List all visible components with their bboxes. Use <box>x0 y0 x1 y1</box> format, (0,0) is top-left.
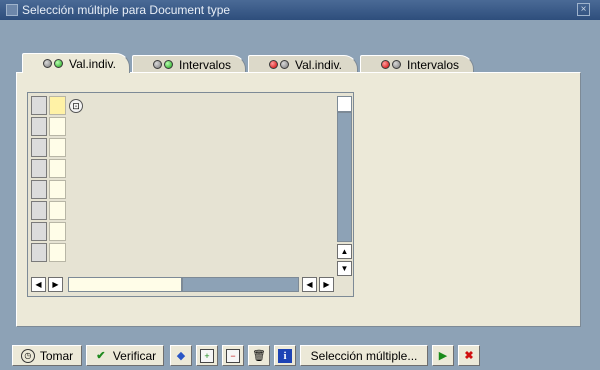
row-selector[interactable] <box>31 117 47 136</box>
cancel-icon: ✖ <box>464 349 474 362</box>
scroll-left-icon[interactable]: ◀ <box>31 277 46 292</box>
scroll-thumb[interactable] <box>337 96 352 112</box>
value-cell[interactable] <box>49 201 66 220</box>
value-cell[interactable] <box>49 243 66 262</box>
value-cell[interactable] <box>49 180 66 199</box>
scroll-right-icon[interactable]: ▶ <box>319 277 334 292</box>
window-title: Selección múltiple para Document type <box>22 3 231 17</box>
seleccion-multiple-label: Selección múltiple... <box>310 348 418 363</box>
info-icon: i <box>278 348 292 363</box>
insert-row-button[interactable]: + <box>196 345 218 366</box>
checkmark-icon: ✔ <box>96 349 106 362</box>
trash-icon: 🗑 <box>252 349 266 362</box>
status-lights <box>381 60 401 69</box>
status-lights <box>43 59 63 68</box>
delete-row-icon: − <box>226 348 240 363</box>
row-selector[interactable] <box>31 138 47 157</box>
gray-light-icon <box>43 59 52 68</box>
scroll-up-icon[interactable]: ▲ <box>337 244 352 259</box>
tab-label: Val.indiv. <box>295 57 342 72</box>
row-selector-column <box>31 96 49 264</box>
value-cell[interactable] <box>49 117 66 136</box>
cancel-button[interactable]: ✖ <box>458 345 480 366</box>
value-cell[interactable] <box>49 96 66 115</box>
tab-panel: ⊡ ▲ ▼ ◀ ▶ ◀ ▶ <box>16 72 581 327</box>
import-button[interactable]: ▶ <box>432 345 454 366</box>
gray-light-icon <box>153 60 162 69</box>
red-light-icon <box>381 60 390 69</box>
status-lights <box>153 60 173 69</box>
verificar-label: Verificar <box>112 348 157 363</box>
value-cell[interactable] <box>49 222 66 241</box>
tab-intervalos-include[interactable]: Intervalos <box>132 55 246 73</box>
scroll-right-icon[interactable]: ▶ <box>48 277 63 292</box>
tab-label: Intervalos <box>407 57 460 72</box>
scroll-down-icon[interactable]: ▼ <box>337 261 352 276</box>
scroll-track[interactable] <box>337 112 352 242</box>
delete-all-button[interactable]: 🗑 <box>248 345 270 366</box>
horizontal-scrollbar[interactable]: ◀ ▶ ◀ ▶ <box>31 277 337 293</box>
tomar-button[interactable]: ◷ Tomar <box>12 345 82 366</box>
title-bar: Selección múltiple para Document type × <box>0 0 600 20</box>
tab-val-indiv-exclude[interactable]: Val.indiv. <box>248 55 358 73</box>
tab-label: Val.indiv. <box>69 56 116 71</box>
insert-row-icon: + <box>200 348 214 363</box>
options-icon: ◆ <box>176 349 186 362</box>
status-lights <box>269 60 289 69</box>
values-table: ⊡ ▲ ▼ ◀ ▶ ◀ ▶ <box>27 92 354 297</box>
gray-light-icon <box>280 60 289 69</box>
gray-light-icon <box>392 60 401 69</box>
row-selector[interactable] <box>31 159 47 178</box>
delete-row-button[interactable]: − <box>222 345 244 366</box>
value-cell[interactable] <box>49 138 66 157</box>
value-column <box>49 96 66 264</box>
row-selector[interactable] <box>31 180 47 199</box>
row-selector[interactable] <box>31 222 47 241</box>
info-button[interactable]: i <box>274 345 296 366</box>
value-cell[interactable] <box>49 159 66 178</box>
verificar-button[interactable]: ✔ Verificar <box>86 345 164 366</box>
scroll-thumb[interactable] <box>68 277 182 292</box>
tab-label: Intervalos <box>179 57 232 72</box>
options-button[interactable]: ◆ <box>170 345 192 366</box>
window-icon <box>6 4 18 16</box>
green-light-icon <box>164 60 173 69</box>
row-selector[interactable] <box>31 243 47 262</box>
vertical-scrollbar[interactable]: ▲ ▼ <box>337 96 352 276</box>
tab-val-indiv-include[interactable]: Val.indiv. <box>22 53 130 73</box>
scroll-track[interactable] <box>182 277 299 292</box>
clock-icon: ◷ <box>20 348 35 363</box>
value-help-icon[interactable]: ⊡ <box>69 99 83 113</box>
row-selector[interactable] <box>31 96 47 115</box>
close-icon[interactable]: × <box>577 3 590 16</box>
green-light-icon <box>54 59 63 68</box>
seleccion-multiple-button[interactable]: Selección múltiple... <box>300 345 428 366</box>
tab-intervalos-exclude[interactable]: Intervalos <box>360 55 474 73</box>
import-icon: ▶ <box>438 349 448 362</box>
red-light-icon <box>269 60 278 69</box>
scroll-left-icon[interactable]: ◀ <box>302 277 317 292</box>
footer-toolbar: ◷ Tomar ✔ Verificar ◆ + − 🗑 i Selección … <box>0 337 600 370</box>
tomar-label: Tomar <box>39 348 74 363</box>
row-selector[interactable] <box>31 201 47 220</box>
